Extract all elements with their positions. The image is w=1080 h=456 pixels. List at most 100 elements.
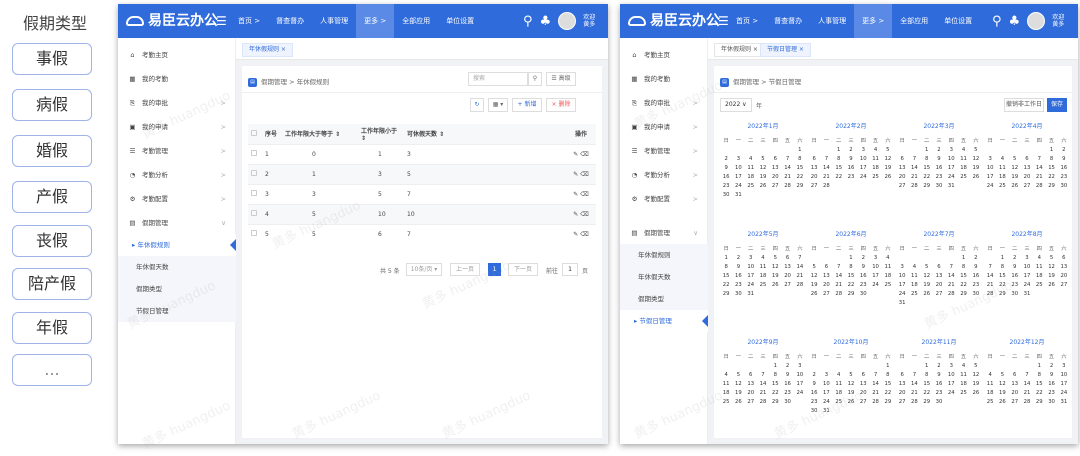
calendar-day[interactable]: 17 — [820, 390, 832, 396]
calendar-day[interactable]: 3 — [1058, 363, 1070, 369]
calendar-day[interactable]: 3 — [896, 264, 908, 270]
column-header[interactable]: 可休假天数 ⇕ — [404, 124, 566, 144]
calendar-day[interactable]: 29 — [1045, 183, 1057, 189]
calendar-day[interactable]: 1 — [833, 147, 845, 153]
calendar-day[interactable]: 5 — [921, 264, 933, 270]
calendar-day[interactable]: 11 — [957, 156, 969, 162]
calendar-day[interactable]: 14 — [1033, 165, 1045, 171]
tab-annual-leave-rules[interactable]: 年休假规则 × — [714, 43, 765, 57]
calendar-day[interactable]: 17 — [1058, 381, 1070, 387]
calendar-day[interactable]: 12 — [1009, 165, 1021, 171]
calendar-day[interactable]: 24 — [869, 282, 881, 288]
calendar-day[interactable]: 2 — [808, 372, 820, 378]
calendar-day[interactable]: 4 — [957, 363, 969, 369]
calendar-day[interactable]: 28 — [869, 399, 881, 405]
calendar-day[interactable]: 4 — [869, 147, 881, 153]
calendar-day[interactable]: 15 — [833, 165, 845, 171]
calendar-day[interactable]: 8 — [769, 372, 781, 378]
calendar-day[interactable]: 8 — [720, 264, 732, 270]
calendar-day[interactable]: 9 — [933, 156, 945, 162]
calendar-day[interactable]: 1 — [769, 363, 781, 369]
calendar-day[interactable]: 26 — [882, 174, 894, 180]
calendar-day[interactable]: 23 — [720, 183, 732, 189]
calendar-day[interactable]: 4 — [882, 255, 894, 261]
calendar-day[interactable]: 25 — [957, 390, 969, 396]
prev-page-button[interactable]: 上一页 — [450, 263, 480, 276]
calendar-day[interactable]: 23 — [1058, 174, 1070, 180]
row-checkbox[interactable] — [251, 170, 257, 176]
nav-item[interactable]: 首页 > — [728, 4, 766, 38]
org-icon[interactable]: ♣ — [1009, 14, 1021, 29]
calendar-day[interactable]: 23 — [933, 174, 945, 180]
calendar-day[interactable]: 24 — [1058, 390, 1070, 396]
calendar-day[interactable]: 22 — [1045, 174, 1057, 180]
org-icon[interactable]: ♣ — [540, 14, 552, 29]
calendar-day[interactable]: 14 — [794, 264, 806, 270]
calendar-day[interactable]: 5 — [1009, 156, 1021, 162]
calendar-day[interactable]: 18 — [908, 282, 920, 288]
calendar-day[interactable]: 9 — [1058, 156, 1070, 162]
calendar-day[interactable]: 8 — [882, 372, 894, 378]
calendar-day[interactable]: 10 — [945, 156, 957, 162]
calendar-day[interactable]: 23 — [1009, 282, 1021, 288]
calendar-day[interactable]: 24 — [794, 390, 806, 396]
calendar-day[interactable]: 8 — [957, 264, 969, 270]
calendar-day[interactable]: 21 — [794, 273, 806, 279]
calendar-day[interactable]: 26 — [1009, 183, 1021, 189]
calendar-day[interactable]: 30 — [970, 291, 982, 297]
calendar-day[interactable]: 30 — [781, 399, 793, 405]
calendar-day[interactable]: 14 — [908, 381, 920, 387]
calendar-day[interactable]: 28 — [794, 282, 806, 288]
calendar-day[interactable]: 27 — [745, 399, 757, 405]
calendar-day[interactable]: 4 — [833, 372, 845, 378]
calendar-day[interactable]: 29 — [957, 291, 969, 297]
calendar-day[interactable]: 24 — [820, 399, 832, 405]
calendar-day[interactable]: 4 — [996, 156, 1008, 162]
calendar-day[interactable]: 24 — [745, 282, 757, 288]
search-icon[interactable]: ⚲ — [992, 14, 1002, 29]
calendar-day[interactable]: 30 — [933, 183, 945, 189]
calendar-day[interactable]: 13 — [933, 273, 945, 279]
calendar-day[interactable]: 17 — [794, 381, 806, 387]
nav-item[interactable]: 全部应用 — [892, 4, 936, 38]
calendar-day[interactable]: 9 — [808, 381, 820, 387]
reset-nonworkday-button[interactable]: 撤销非工作日 — [1004, 98, 1044, 112]
calendar-day[interactable]: 25 — [757, 282, 769, 288]
calendar-day[interactable]: 22 — [921, 390, 933, 396]
calendar-day[interactable]: 15 — [720, 273, 732, 279]
calendar-day[interactable]: 15 — [1033, 381, 1045, 387]
calendar-day[interactable]: 14 — [1021, 381, 1033, 387]
calendar-day[interactable]: 13 — [857, 381, 869, 387]
calendar-day[interactable]: 25 — [957, 174, 969, 180]
row-actions[interactable]: ✎ ⌫ — [566, 143, 596, 164]
calendar-day[interactable]: 13 — [808, 165, 820, 171]
calendar-day[interactable]: 30 — [1058, 183, 1070, 189]
calendar-day[interactable]: 21 — [757, 390, 769, 396]
calendar-day[interactable]: 16 — [845, 165, 857, 171]
calendar-day[interactable]: 21 — [1021, 390, 1033, 396]
calendar-day[interactable]: 13 — [769, 165, 781, 171]
calendar-day[interactable]: 23 — [1045, 390, 1057, 396]
calendar-day[interactable]: 7 — [757, 372, 769, 378]
calendar-day[interactable]: 20 — [857, 390, 869, 396]
calendar-day[interactable]: 20 — [1009, 390, 1021, 396]
calendar-day[interactable]: 18 — [757, 273, 769, 279]
calendar-day[interactable]: 27 — [1009, 399, 1021, 405]
calendar-day[interactable]: 13 — [781, 264, 793, 270]
avatar[interactable] — [558, 12, 577, 30]
calendar-day[interactable]: 10 — [1058, 372, 1070, 378]
select-all-checkbox[interactable] — [251, 129, 257, 136]
row-actions[interactable]: ✎ ⌫ — [566, 203, 596, 224]
row-actions[interactable]: ✎ ⌫ — [566, 223, 596, 244]
refresh-icon[interactable]: ↻ — [470, 98, 484, 112]
calendar-day[interactable]: 17 — [945, 165, 957, 171]
calendar-day[interactable]: 12 — [769, 264, 781, 270]
calendar-day[interactable]: 27 — [896, 399, 908, 405]
calendar-day[interactable]: 6 — [781, 255, 793, 261]
sidebar-subitem[interactable]: 假期类型 — [620, 288, 708, 310]
calendar-day[interactable]: 16 — [808, 390, 820, 396]
calendar-day[interactable]: 9 — [1009, 264, 1021, 270]
calendar-day[interactable]: 2 — [781, 363, 793, 369]
calendar-day[interactable]: 24 — [896, 291, 908, 297]
calendar-day[interactable]: 16 — [933, 165, 945, 171]
